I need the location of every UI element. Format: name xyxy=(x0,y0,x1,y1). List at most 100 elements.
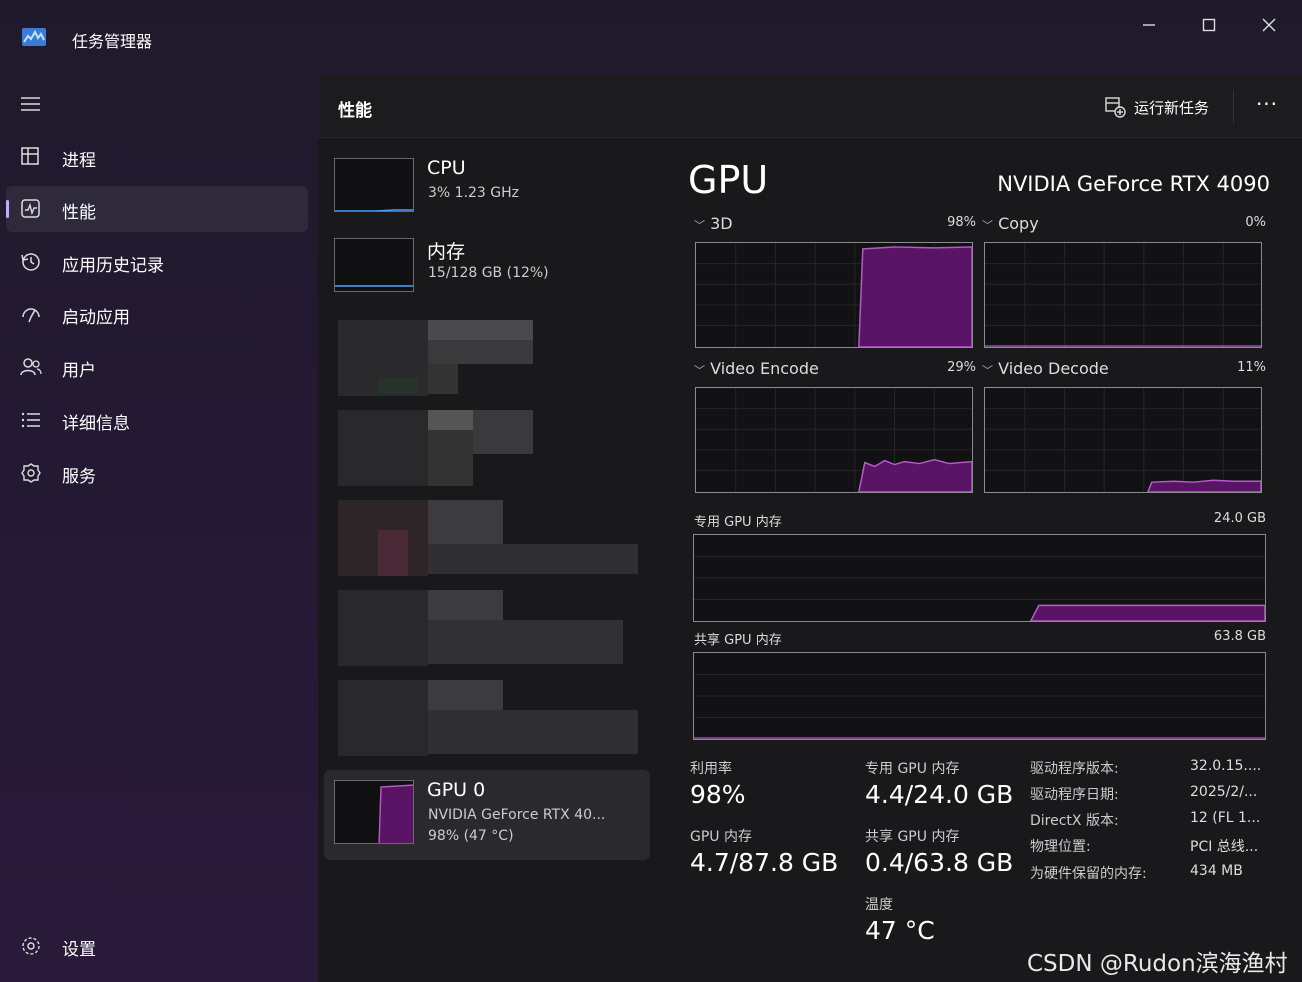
engine-percent: 29% xyxy=(947,360,976,375)
obscured-device-item xyxy=(338,410,638,486)
sidebar-item-services[interactable]: 服务 xyxy=(6,450,308,496)
sidebar-item-label: 服务 xyxy=(62,467,96,487)
chevron-down-icon: ﹀ xyxy=(694,219,705,232)
device-summary: 15/128 GB (12%) xyxy=(428,265,549,281)
driver-version-value: 32.0.15.... xyxy=(1190,758,1262,774)
engine-graph-copy xyxy=(984,242,1262,348)
hamburger-menu-icon[interactable] xyxy=(18,92,46,116)
shared-memory-area xyxy=(694,674,1265,739)
chevron-down-icon: ﹀ xyxy=(982,364,993,377)
chevron-down-icon: ﹀ xyxy=(982,219,993,232)
settings-label: 设置 xyxy=(62,940,96,960)
physical-location-value: PCI 总线... xyxy=(1190,839,1259,855)
run-new-task-label: 运行新任务 xyxy=(1134,98,1210,117)
engine-dropdown-video-decode[interactable]: ﹀ Video Decode xyxy=(982,359,1109,378)
details-icon xyxy=(21,412,40,428)
sidebar-item-label: 详细信息 xyxy=(62,414,130,434)
grid-video-encode xyxy=(696,388,972,492)
sidebar-item-startup-apps[interactable]: 启动应用 xyxy=(6,291,308,337)
maximize-icon xyxy=(1202,18,1216,32)
dedicated-memory-max: 24.0 GB xyxy=(1213,511,1266,526)
engine-dropdown-video-encode[interactable]: ﹀ Video Encode xyxy=(694,359,819,378)
page-header: 性能 运行新任务 ··· xyxy=(318,76,1302,138)
shared-memory-label: 共享 GPU 内存 xyxy=(694,633,782,648)
maximize-button[interactable] xyxy=(1180,8,1238,42)
obscured-device-item xyxy=(338,590,638,666)
grid-copy xyxy=(985,243,1261,347)
device-item-memory[interactable]: 内存 15/128 GB (12%) xyxy=(324,228,650,308)
engine-label: Video Decode xyxy=(998,359,1109,378)
gpu-memory-label: GPU 内存 xyxy=(690,829,752,845)
sidebar-item-label: 启动应用 xyxy=(62,308,130,328)
engine-label: Copy xyxy=(998,214,1039,233)
obscured-device-item xyxy=(338,320,638,396)
utilization-label: 利用率 xyxy=(690,761,732,777)
more-options-button[interactable]: ··· xyxy=(1252,94,1282,120)
device-name: GPU 0 xyxy=(427,779,486,801)
gpu-model: NVIDIA GeForce RTX 4090 xyxy=(997,172,1270,196)
history-icon xyxy=(21,253,40,271)
engine-label: 3D xyxy=(710,214,733,233)
device-name: 内存 xyxy=(427,241,466,263)
reserved-memory-value: 434 MB xyxy=(1190,863,1243,879)
engine-percent: 0% xyxy=(1245,215,1266,230)
sidebar-item-label: 用户 xyxy=(62,361,96,381)
watermark-text: CSDN @Rudon滨海渔村 xyxy=(1027,951,1288,977)
engine-label: Video Encode xyxy=(710,359,819,378)
shared-memory-graph xyxy=(693,652,1266,740)
utilization-value: 98% xyxy=(690,780,746,809)
sidebar-item-users[interactable]: 用户 xyxy=(6,344,308,390)
sidebar-item-processes[interactable]: 进程 xyxy=(6,134,308,180)
sidebar-item-label: 应用历史记录 xyxy=(62,256,164,276)
cpu-thumbnail-line xyxy=(335,209,413,211)
device-item-cpu[interactable]: CPU 3% 1.23 GHz xyxy=(324,148,650,228)
close-button[interactable] xyxy=(1240,8,1298,42)
obscured-device-item xyxy=(338,680,638,756)
memory-thumbnail-graph xyxy=(334,238,414,292)
device-summary: 3% 1.23 GHz xyxy=(428,185,520,201)
title-bar: 任务管理器 xyxy=(0,0,1302,76)
task-manager-window: 任务管理器 进程 性能 应用历史记录 启动应用 用户 详细信息 服务 设置 性能… xyxy=(0,0,1302,982)
dedicated-stat-value: 4.4/24.0 GB xyxy=(865,780,1014,809)
engine-dropdown-3d[interactable]: ﹀ 3D xyxy=(694,214,733,233)
reserved-memory-label: 为硬件保留的内存: xyxy=(1030,866,1147,882)
grid-3d xyxy=(696,243,972,347)
cpu-thumbnail-graph xyxy=(334,158,414,212)
device-name: CPU xyxy=(427,157,466,179)
new-task-icon xyxy=(1105,97,1126,118)
sidebar-item-details[interactable]: 详细信息 xyxy=(6,397,308,443)
gpu-memory-value: 4.7/87.8 GB xyxy=(690,848,839,877)
main-panel: 性能 运行新任务 ··· CPU 3% 1.23 GHz 内存 15/128 G… xyxy=(318,76,1302,982)
active-indicator xyxy=(6,200,9,218)
gpu-thumbnail-fill xyxy=(378,784,413,843)
physical-location-label: 物理位置: xyxy=(1030,839,1091,855)
window-title: 任务管理器 xyxy=(72,32,153,51)
shared-memory-max: 63.8 GB xyxy=(1213,629,1266,644)
engine-graph-video-encode xyxy=(695,387,973,493)
directx-version-value: 12 (FL 1... xyxy=(1190,810,1261,826)
minimize-button[interactable] xyxy=(1120,8,1178,42)
driver-date-label: 驱动程序日期: xyxy=(1030,787,1119,803)
dedicated-memory-area xyxy=(694,556,1265,621)
directx-version-label: DirectX 版本: xyxy=(1030,813,1119,829)
chevron-down-icon: ﹀ xyxy=(694,364,705,377)
run-new-task-button[interactable]: 运行新任务 xyxy=(1104,94,1209,120)
sidebar-item-settings[interactable]: 设置 xyxy=(6,923,308,969)
sidebar-item-app-history[interactable]: 应用历史记录 xyxy=(6,239,308,285)
performance-icon xyxy=(21,199,40,218)
sidebar: 进程 性能 应用历史记录 启动应用 用户 详细信息 服务 设置 xyxy=(0,76,318,982)
device-item-gpu0[interactable]: GPU 0 NVIDIA GeForce RTX 40... 98% (47 °… xyxy=(324,770,650,860)
dedicated-memory-label: 专用 GPU 内存 xyxy=(694,515,782,530)
engine-dropdown-copy[interactable]: ﹀ Copy xyxy=(982,214,1039,233)
temperature-value: 47 °C xyxy=(865,916,935,945)
processes-icon xyxy=(21,147,39,165)
gpu-title: GPU xyxy=(688,158,769,202)
dedicated-memory-graph xyxy=(693,534,1266,622)
driver-date-value: 2025/2/... xyxy=(1190,784,1258,800)
device-list: CPU 3% 1.23 GHz 内存 15/128 GB (12%) GPU 0… xyxy=(324,148,652,968)
obscured-device-item xyxy=(338,500,638,576)
sidebar-item-performance[interactable]: 性能 xyxy=(6,186,308,232)
task-manager-app-icon xyxy=(22,28,46,46)
engine-percent: 11% xyxy=(1237,360,1266,375)
device-summary-secondary: 98% (47 °C) xyxy=(428,828,514,844)
